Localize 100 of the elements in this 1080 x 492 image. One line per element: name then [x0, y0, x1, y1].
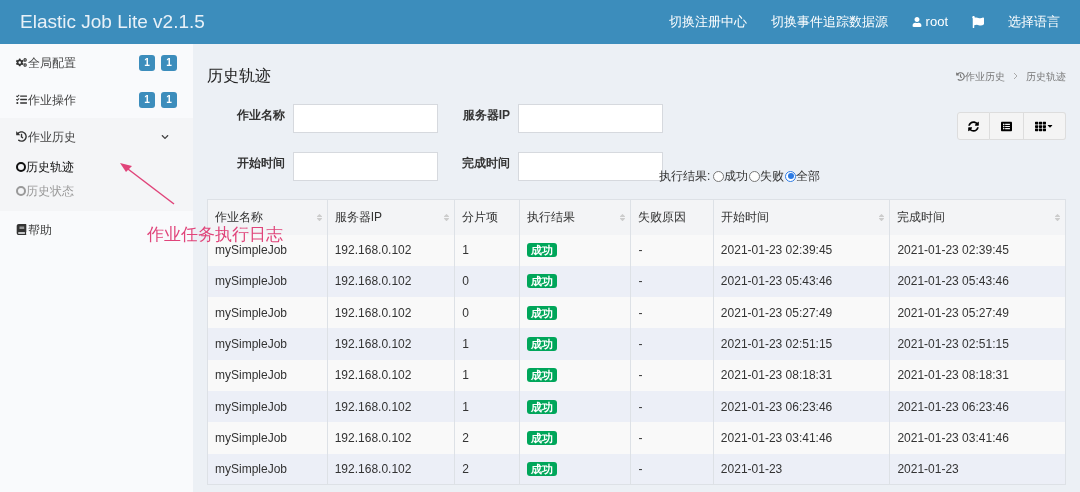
- submenu-label: 历史轨迹: [26, 159, 74, 176]
- table-cell: 1: [454, 359, 520, 391]
- refresh-icon: [968, 120, 979, 132]
- sort-icon: [315, 213, 323, 222]
- caret-icon: [1046, 122, 1054, 130]
- sidebar-label: 帮助: [28, 221, 52, 239]
- sort-icon: [619, 213, 627, 222]
- status-badge: 成功: [527, 274, 557, 289]
- table-cell: 2021-01-23 02:39:45: [889, 234, 1066, 266]
- radio-button[interactable]: [713, 170, 725, 182]
- radio-option[interactable]: 成功: [713, 167, 749, 185]
- table-cell: mySimpleJob: [207, 453, 328, 485]
- column-header[interactable]: 完成时间: [889, 199, 1066, 235]
- list-view-button[interactable]: [990, 112, 1024, 140]
- field-label: 作业名称: [236, 107, 285, 124]
- annotation-arrow: [120, 163, 176, 206]
- submenu-label: 历史状态: [26, 183, 74, 200]
- flag-icon[interactable]: [972, 16, 984, 28]
- table-cell: -: [630, 422, 714, 454]
- column-header[interactable]: 服务器IP: [327, 199, 455, 235]
- columns-button[interactable]: [1024, 112, 1066, 140]
- list-icon: [1001, 120, 1012, 132]
- history-icon: [16, 131, 27, 142]
- grid-icon: [1035, 120, 1046, 132]
- table-cell: -: [630, 453, 714, 485]
- table-cell: -: [630, 359, 714, 391]
- count-badge: 1: [139, 54, 155, 71]
- count-badge: 1: [139, 91, 155, 108]
- table-cell: 2021-01-23 02:51:15: [889, 328, 1066, 360]
- chevron-icon: [161, 132, 169, 141]
- sidebar-label: 全局配置: [28, 54, 76, 72]
- sidebar-item[interactable]: 作业历史: [0, 118, 193, 155]
- submenu-item[interactable]: 历史轨迹: [0, 155, 193, 179]
- table-cell: 2021-01-23: [889, 453, 1066, 485]
- status-badge: 成功: [527, 368, 557, 383]
- status-badge: 成功: [527, 305, 557, 320]
- status-badge: 成功: [527, 243, 557, 258]
- sidebar-label: 作业历史: [28, 128, 76, 146]
- table-cell: 192.168.0.102: [327, 328, 455, 360]
- count-badge: 1: [161, 91, 177, 108]
- input-field[interactable]: [293, 152, 438, 181]
- history-icon: [956, 71, 965, 81]
- table-cell: 2021-01-23 03:41:46: [889, 422, 1066, 454]
- column-header[interactable]: 失败原因: [630, 199, 714, 235]
- table-cell: 2021-01-23 03:41:46: [713, 422, 890, 454]
- count-badge: 1: [161, 54, 177, 71]
- breadcrumb-link[interactable]: 历史轨迹: [1026, 68, 1066, 84]
- table-cell: 192.168.0.102: [327, 422, 455, 454]
- column-header[interactable]: 开始时间: [713, 199, 890, 235]
- status-badge: 成功: [527, 430, 557, 445]
- refresh-button[interactable]: [957, 112, 990, 140]
- book-icon: [16, 224, 27, 235]
- field-label: 开始时间: [236, 155, 285, 172]
- user-icon: [911, 17, 922, 27]
- gears-icon: [16, 57, 27, 68]
- input-field[interactable]: [518, 104, 663, 133]
- table-cell: 2021-01-23 02:51:15: [713, 328, 890, 360]
- table-cell: 2021-01-23 02:39:45: [713, 234, 890, 266]
- nav-link[interactable]: 切换事件追踪数据源: [770, 12, 888, 32]
- nav-link[interactable]: 选择语言: [1008, 12, 1060, 32]
- table-cell: mySimpleJob: [207, 359, 328, 391]
- chevron-icon: [1013, 72, 1018, 80]
- column-header[interactable]: 执行结果: [519, 199, 631, 235]
- table-cell: 192.168.0.102: [327, 359, 455, 391]
- radio-button[interactable]: [785, 170, 797, 182]
- table-cell: 192.168.0.102: [327, 234, 455, 266]
- field-label: 完成时间: [461, 155, 510, 172]
- sort-icon: [1054, 213, 1061, 222]
- breadcrumb-link[interactable]: 作业历史: [956, 68, 1005, 84]
- status-badge: 成功: [527, 461, 557, 476]
- sidebar-item[interactable]: 全局配置 1 1: [0, 44, 193, 81]
- table-cell: 2021-01-23: [713, 453, 890, 485]
- sidebar-label: 作业操作: [28, 91, 76, 109]
- user-link[interactable]: root: [911, 12, 948, 32]
- nav-link[interactable]: 切换注册中心: [668, 12, 747, 32]
- radio-option[interactable]: 全部: [785, 167, 821, 185]
- sidebar-item[interactable]: 作业操作 1 1: [0, 81, 193, 118]
- sort-icon: [443, 213, 451, 222]
- list-icon: [16, 94, 27, 105]
- table-cell: -: [630, 234, 714, 266]
- table-cell: 1: [454, 328, 520, 360]
- input-field[interactable]: [293, 104, 438, 133]
- status-badge: 成功: [527, 399, 557, 414]
- table-cell: 2: [454, 422, 520, 454]
- sort-icon: [878, 213, 886, 222]
- sidebar-item[interactable]: 帮助: [0, 211, 68, 248]
- table-cell: 1: [454, 234, 520, 266]
- field-label: 服务器IP: [461, 107, 510, 124]
- table-cell: 2021-01-23 08:18:31: [713, 359, 890, 391]
- table-cell: mySimpleJob: [207, 328, 328, 360]
- table-cell: -: [630, 328, 714, 360]
- table-cell: 2021-01-23 08:18:31: [889, 359, 1066, 391]
- radio-option[interactable]: 失败: [749, 167, 785, 185]
- table-cell: 2: [454, 453, 520, 485]
- radio-group-label: 执行结果:: [659, 168, 711, 185]
- table-cell: 192.168.0.102: [327, 453, 455, 485]
- column-header[interactable]: 分片项: [454, 199, 520, 235]
- radio-button[interactable]: [749, 170, 761, 182]
- status-badge: 成功: [527, 337, 557, 352]
- page-title: 历史轨迹: [207, 66, 271, 86]
